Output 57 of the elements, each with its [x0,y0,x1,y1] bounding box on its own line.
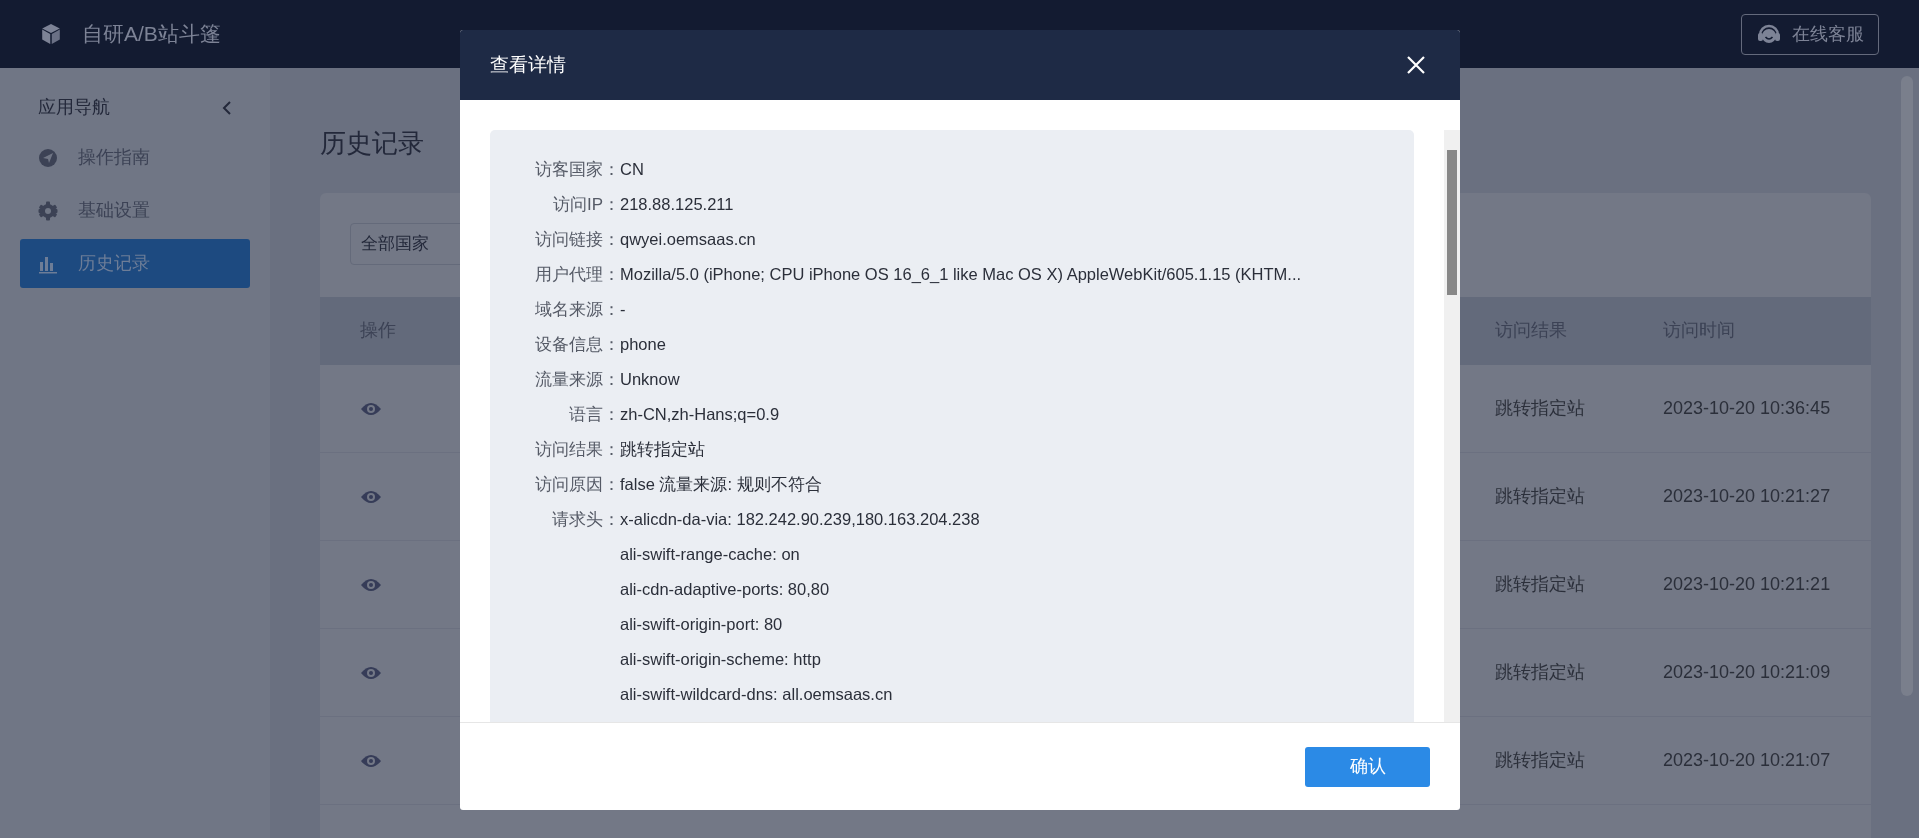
table-cell: 2023-10-20 10:21:21 [1663,573,1831,594]
field-label: 访问IP： [552,195,620,214]
sidebar-item[interactable]: 历史记录 [20,239,250,288]
table-cell: 2023-10-20 10:21:07 [1663,749,1831,770]
scrollbar[interactable] [1444,130,1460,722]
field-value: zh-CN,zh-Hans;q=0.9 [620,404,780,425]
field-value: ali-cdn-adaptive-ports: 80,80 [620,579,831,600]
field-label: 访客国家： [535,160,620,179]
table-cell: 跳转指定站 [1495,573,1585,594]
field-value: 218.88.125.211 [620,194,734,215]
field-label: 访问结果： [535,440,620,459]
table-cell: 2023-10-20 10:21:27 [1663,485,1831,506]
table-cell: 跳转指定站 [1495,749,1585,770]
close-icon [1406,55,1426,75]
table-cell: 2023-10-20 10:21:09 [1663,661,1831,682]
field-value: - [620,299,626,320]
field-label: 访问原因： [535,475,620,494]
field-label: 流量来源： [535,370,620,389]
field-label: 语言： [569,405,620,424]
app-title: 自研A/B站斗篷 [82,21,221,48]
view-icon[interactable] [360,577,382,592]
view-icon[interactable] [360,489,382,504]
field-value: false 流量来源: 规则不符合 [620,474,822,495]
field-value: 跳转指定站 [620,439,705,460]
field-value: x-alicdn-da-via: 182.242.90.239,180.163.204.238 [620,509,980,530]
support-button[interactable]: 在线客服 [1741,13,1879,55]
field-value: ali-swift-origin-port: 80 [620,614,784,635]
field-value: Unknow [620,369,680,390]
collapse-icon[interactable] [222,99,232,116]
field-label: 域名来源： [535,300,620,319]
field-label: 用户代理： [535,265,620,284]
view-icon[interactable] [360,753,382,768]
cube-icon [40,23,62,45]
table-cell: 跳转指定站 [1495,661,1585,682]
page-title: 历史记录 [320,127,425,160]
table-cell: 跳转指定站 [1495,397,1585,418]
field-value: ali-swift-origin-scheme: http [620,649,822,670]
headset-icon [1756,22,1782,46]
sidebar-title: 应用导航 [38,96,110,119]
field-value: Mozilla/5.0 (iPhone; CPU iPhone OS 16_6_1 like Mac OS X) AppleWebKit/605.1.15 (KHTM... [620,264,1302,285]
view-icon[interactable] [360,401,382,416]
scrollbar-thumb[interactable] [1447,150,1457,295]
field-label: 访问链接： [535,230,620,249]
field-value: qwyei.oemsaas.cn [620,229,756,250]
table-cell: 跳转指定站 [1495,485,1585,506]
field-label: 请求头： [552,510,620,529]
field-value: CN [620,159,644,180]
navigation-icon [38,147,58,168]
field-value: phone [620,334,666,355]
field-value: ali-swift-wildcard-dns: all.oemsaas.cn [620,684,894,705]
gear-icon [38,200,58,221]
dialog-title: 查看详情 [490,52,566,77]
view-icon[interactable] [360,665,382,680]
table-cell: 2023-10-20 10:36:45 [1663,397,1831,418]
confirm-button[interactable]: 确认 [1305,746,1430,787]
field-label: 设备信息： [535,335,620,354]
field-value: ali-swift-range-cache: on [620,544,801,565]
